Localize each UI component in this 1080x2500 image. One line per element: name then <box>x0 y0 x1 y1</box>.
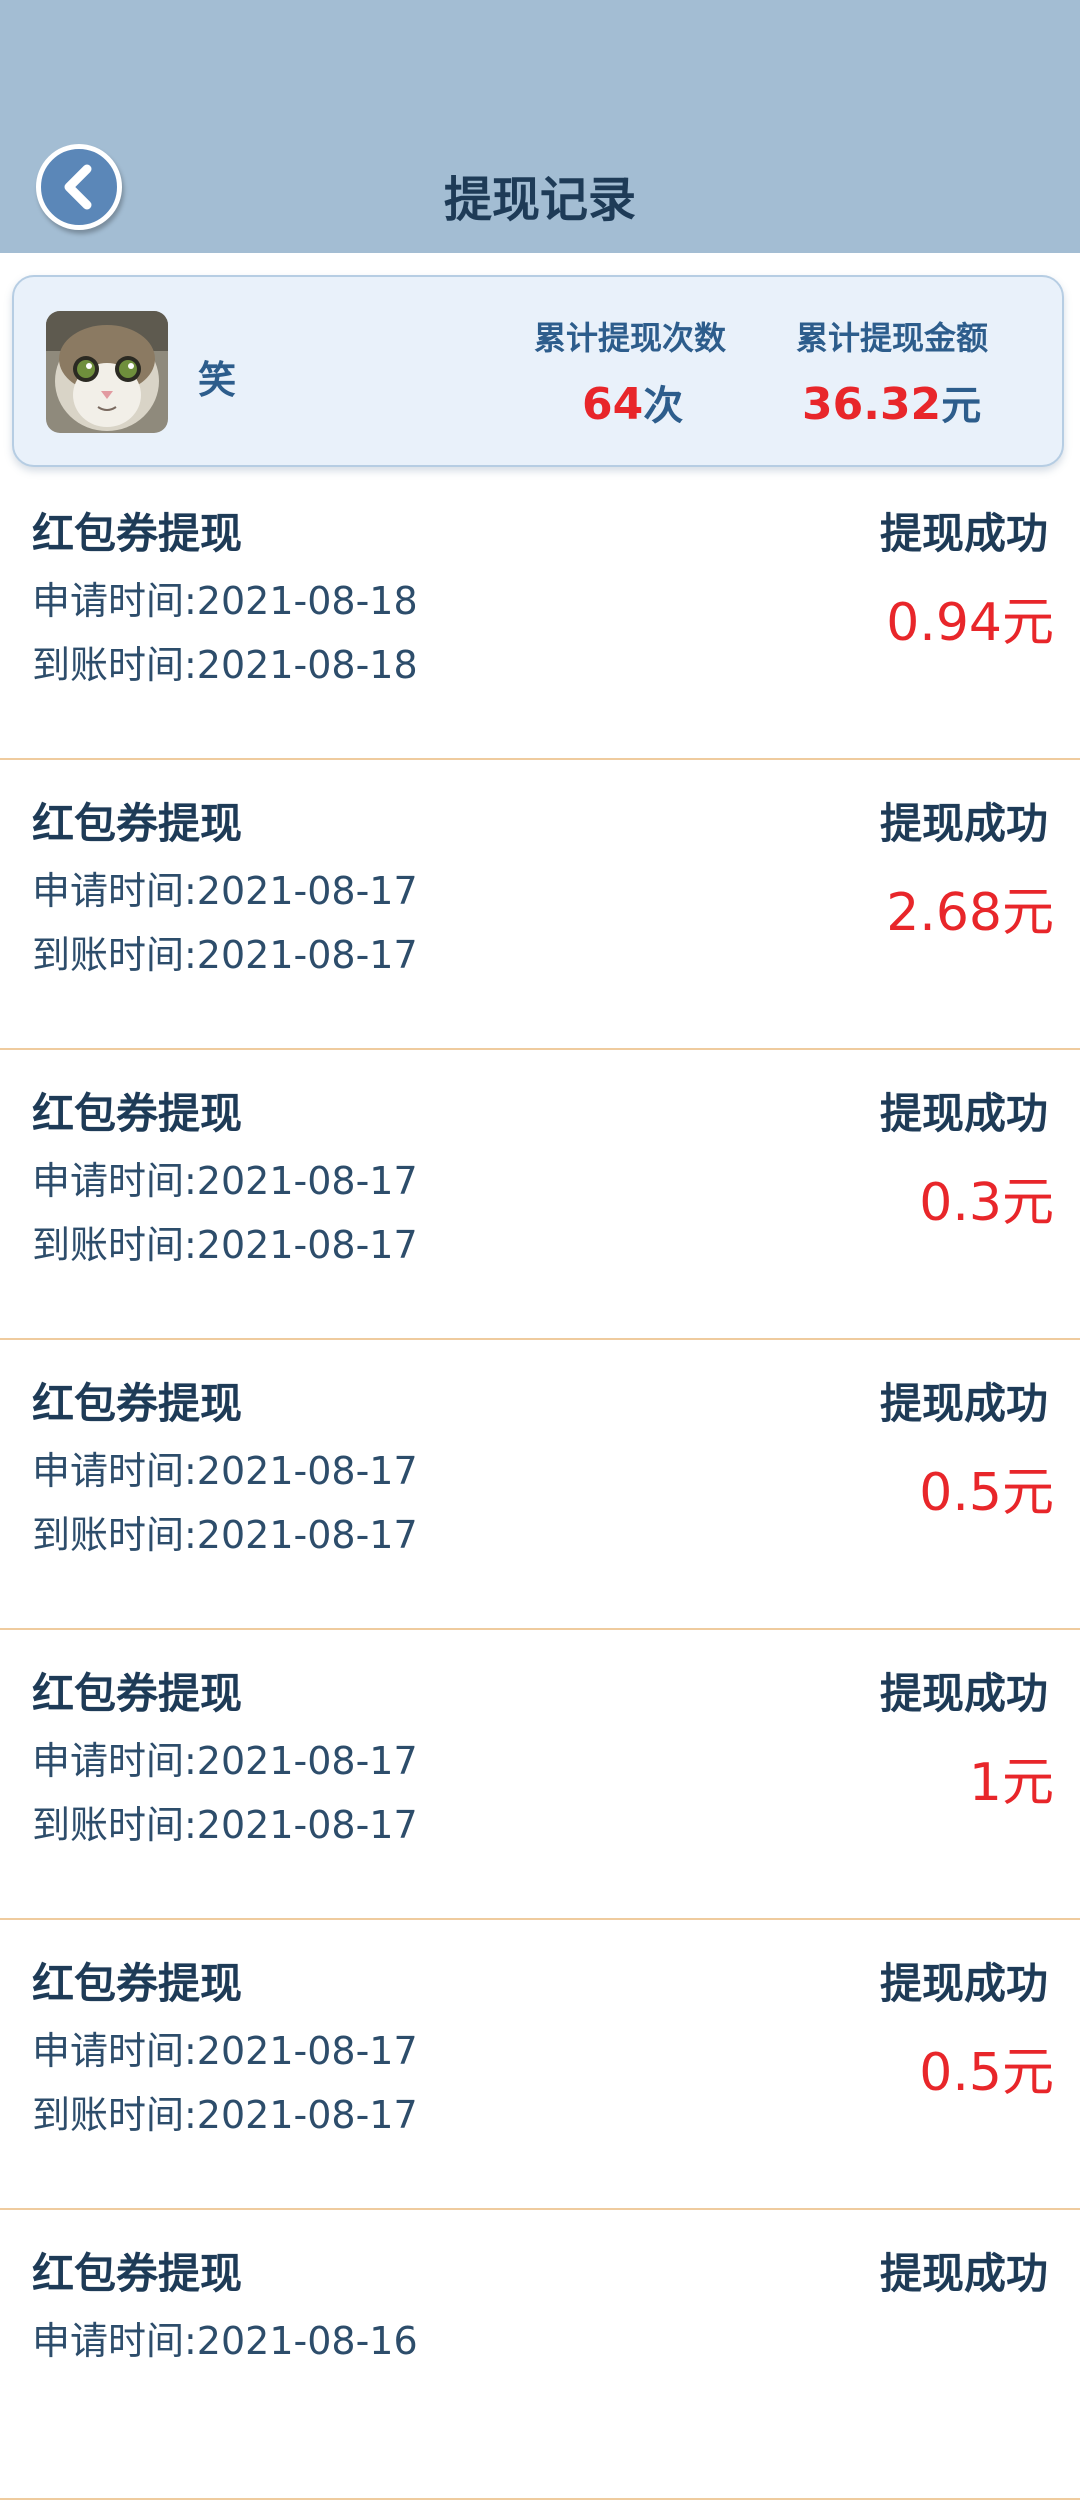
record-type: 红包券提现 <box>32 1669 243 1718</box>
record-arrive-time: 到账时间:2021-08-17 <box>32 1513 418 1557</box>
record-apply-time: 申请时间:2021-08-17 <box>32 1449 418 1493</box>
record-amount: 0.94元 <box>886 593 1054 653</box>
record-type: 红包券提现 <box>32 1959 243 2008</box>
record-status: 提现成功 <box>879 1959 1048 2008</box>
total-amount-value: 36.32元 <box>802 373 981 431</box>
record-arrive-time: 到账时间:2021-08-18 <box>32 643 418 687</box>
record-amount: 0.3元 <box>919 1173 1054 1233</box>
withdrawal-record-list: 红包券提现 申请时间:2021-08-18 到账时间:2021-08-18 提现… <box>0 470 1080 2500</box>
record-status: 提现成功 <box>879 799 1048 848</box>
record-arrive-time: 到账时间:2021-08-17 <box>32 1803 418 1847</box>
record-status: 提现成功 <box>879 1089 1048 1138</box>
record-item[interactable]: 红包券提现 申请时间:2021-08-17 到账时间:2021-08-17 提现… <box>0 1340 1080 1630</box>
record-type: 红包券提现 <box>32 1089 243 1138</box>
record-amount: 0.5元 <box>919 2043 1054 2103</box>
avatar[interactable] <box>46 311 168 433</box>
record-item[interactable]: 红包券提现 申请时间:2021-08-17 到账时间:2021-08-17 提现… <box>0 1920 1080 2210</box>
page-title: 提现记录 <box>443 172 636 228</box>
record-amount: 2.68元 <box>886 883 1054 943</box>
record-status: 提现成功 <box>879 509 1048 558</box>
record-amount: 1元 <box>968 1753 1054 1813</box>
top-bar: 提现记录 <box>0 0 1080 253</box>
record-arrive-time: 到账时间:2021-08-17 <box>32 2093 418 2137</box>
record-arrive-time: 到账时间:2021-08-17 <box>32 1223 418 1267</box>
record-apply-time: 申请时间:2021-08-17 <box>32 1159 418 1203</box>
record-type: 红包券提现 <box>32 1379 243 1428</box>
record-status: 提现成功 <box>879 1669 1048 1718</box>
record-type: 红包券提现 <box>32 509 243 558</box>
record-item[interactable]: 红包券提现 申请时间:2021-08-18 到账时间:2021-08-18 提现… <box>0 470 1080 760</box>
record-type: 红包券提现 <box>32 799 243 848</box>
total-count-label: 累计提现次数 <box>534 319 727 357</box>
record-status: 提现成功 <box>879 1379 1048 1428</box>
summary-card: 笑 累计提现次数 64次 累计提现金额 36.32元 <box>12 275 1064 467</box>
record-item[interactable]: 红包券提现 申请时间:2021-08-17 到账时间:2021-08-17 提现… <box>0 760 1080 1050</box>
total-amount-unit: 元 <box>941 383 982 429</box>
total-count-value: 64次 <box>582 373 683 431</box>
record-item[interactable]: 红包券提现 申请时间:2021-08-17 到账时间:2021-08-17 提现… <box>0 1050 1080 1340</box>
total-amount-label: 累计提现金额 <box>796 319 989 357</box>
record-amount: 0.5元 <box>919 1463 1054 1523</box>
record-apply-time: 申请时间:2021-08-17 <box>32 869 418 913</box>
record-item[interactable]: 红包券提现 申请时间:2021-08-17 到账时间:2021-08-17 提现… <box>0 1630 1080 1920</box>
record-status: 提现成功 <box>879 2249 1048 2298</box>
record-item[interactable]: 红包券提现 申请时间:2021-08-16 提现成功 <box>0 2210 1080 2500</box>
record-type: 红包券提现 <box>32 2249 243 2298</box>
total-count-unit: 次 <box>643 383 684 429</box>
total-count-number: 64 <box>582 379 644 430</box>
record-apply-time: 申请时间:2021-08-16 <box>32 2319 418 2363</box>
record-arrive-time: 到账时间:2021-08-17 <box>32 933 418 977</box>
total-amount-number: 36.32 <box>802 379 942 430</box>
record-apply-time: 申请时间:2021-08-18 <box>32 579 418 623</box>
record-apply-time: 申请时间:2021-08-17 <box>32 2029 418 2073</box>
record-apply-time: 申请时间:2021-08-17 <box>32 1739 418 1783</box>
username: 笑 <box>198 358 237 402</box>
